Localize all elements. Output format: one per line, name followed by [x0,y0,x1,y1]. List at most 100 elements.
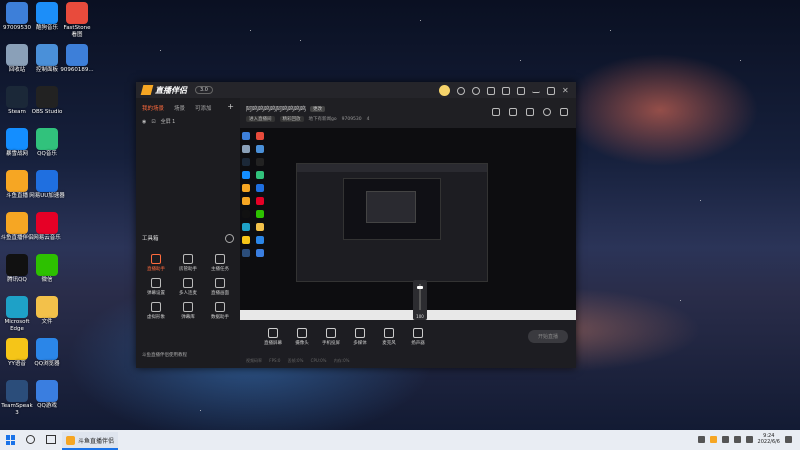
desktop-shortcut[interactable]: 微信 [27,254,67,284]
tray-douyu-icon[interactable] [709,435,717,443]
netease-music-icon [36,212,58,234]
tool-item[interactable]: 虚拟形象 [140,302,172,320]
search-icon[interactable] [26,435,35,444]
danmaku-settings-icon [151,278,161,288]
windows-taskbar: 斗鱼直播伴侣 9:24 2022/6/6 [0,430,800,450]
source-button-label: 手机投屏 [322,341,340,346]
desktop-shortcut[interactable]: 90960189... [57,44,97,74]
live-preview[interactable] [240,128,576,320]
qq-music-icon [36,128,58,150]
tool-item[interactable]: 弹幕设置 [140,278,172,296]
taskbar-app-douyu[interactable]: 斗鱼直播伴侣 [62,432,119,450]
close-icon[interactable]: ✕ [562,86,570,95]
tab-scenes[interactable]: 场景 [174,104,185,112]
clock[interactable]: 9:24 2022/6/6 [758,433,780,445]
source-button[interactable]: 多媒体 [349,328,371,346]
eye-icon[interactable]: ◉ [142,119,146,125]
room-manager-icon [183,254,193,264]
tool-item[interactable]: 弹幕库 [172,302,204,320]
danmaku-library-icon [183,302,193,312]
tab-my-scenes[interactable]: 我的场景 [142,104,164,112]
tray-ime-icon[interactable] [745,435,753,443]
start-live-button[interactable]: 开始直播 [527,330,568,343]
maximize-icon[interactable] [547,86,555,95]
scene-item[interactable]: ◉ ⊡ 全屏 1 [136,116,240,127]
notification-icon[interactable] [543,108,551,116]
teamspeak-icon [6,380,28,402]
desktop-shortcut[interactable]: FastStone 看图 [57,2,97,39]
user-avatar[interactable] [439,85,450,96]
desktop-shortcut[interactable]: 文件 [27,296,67,326]
gift-icon[interactable] [487,86,495,95]
source-button-label: 直播屏幕 [264,341,282,346]
yy-icon [6,338,28,360]
desktop-shortcut[interactable]: OBS Studio [27,86,67,116]
uu-accelerator-icon [36,170,58,192]
tool-item[interactable]: 直播助手 [140,254,172,272]
tool-item[interactable]: 主播任务 [204,254,236,272]
data-assistant-icon [215,302,225,312]
desktop-shortcut[interactable]: QQ浏览器 [27,338,67,368]
replay-link[interactable]: 精彩回放 [279,116,304,122]
tray-volume-icon[interactable] [733,435,741,443]
share-icon[interactable] [560,108,568,116]
notification-center-icon[interactable] [785,435,792,443]
desktop-shortcut[interactable]: 网易云音乐 [27,212,67,242]
desktop-shortcut[interactable]: QQ游戏 [27,380,67,410]
tool-label: 直播助手 [147,267,165,272]
lock-icon[interactable]: ⊡ [151,119,155,125]
speaker-icon [413,328,423,338]
live-companion-window: 直播伴侣 3.0 ✕ 我的场景 场景 可添加 + ◉ ⊡ 全屏 1 工具箱 直播… [136,82,576,368]
tool-item[interactable]: 数据助手 [204,302,236,320]
control-bar: 直播屏幕 摄像头 手机投屏 多媒体 麦克风 扬声器 开始直播 视频码率 FPS:0 丢帧:… [240,320,576,368]
source-button-label: 多媒体 [353,341,367,346]
enter-room-link[interactable]: 进入直播间 [246,116,275,122]
tray-app-icon[interactable] [697,435,705,443]
settings-icon[interactable] [502,86,510,95]
minimize-icon[interactable] [532,88,540,93]
headset-icon[interactable] [457,86,465,95]
source-button[interactable]: 扬声器 [407,328,429,346]
tool-item[interactable]: 多人连麦 [172,278,204,296]
task-view-icon[interactable] [46,435,56,444]
taskbar-app-label: 斗鱼直播伴侣 [78,437,115,445]
title-bar[interactable]: 直播伴侣 3.0 ✕ [136,82,576,98]
start-icon[interactable] [6,435,16,445]
desktop-shortcut-label: 网易云音乐 [33,235,61,241]
tool-item[interactable]: 房管助手 [172,254,204,272]
lock-layout-icon[interactable] [509,108,517,116]
source-button[interactable]: 摄像头 [291,328,313,346]
slider-knob[interactable] [417,286,423,289]
recycle-bin-icon [6,44,28,66]
obs-icon [36,86,58,108]
source-button[interactable]: 直播屏幕 [262,328,284,346]
menu-icon[interactable] [517,86,525,95]
wechat-icon [36,254,58,276]
folder-icon [36,296,58,318]
version-badge[interactable]: 3.0 [195,86,213,94]
tray-network-icon[interactable] [721,435,729,443]
tool-label: 直播画面 [211,291,229,296]
message-icon[interactable] [472,86,480,95]
tab-addable[interactable]: 可添加 [195,104,212,112]
room-title: 阿呜呜呜呜阿呜呜呜呜 [246,106,307,113]
desktop-shortcut[interactable]: 网易UU加速器 [27,170,67,200]
tutorial-tip[interactable]: 斗鱼直播伴侣使用教程 [142,352,187,358]
viewer-count: 4 [366,116,370,122]
preview-taskbar [240,310,576,320]
control-panel-icon [36,44,58,66]
add-scene-icon[interactable]: + [227,103,234,112]
tool-label: 多人连麦 [179,291,197,296]
desktop-shortcut-label: 微信 [41,277,53,283]
source-button-label: 扬声器 [411,341,425,346]
tool-item[interactable]: 直播画面 [204,278,236,296]
record-icon[interactable] [526,108,534,116]
layout-icon[interactable] [492,108,500,116]
more-tools-icon[interactable] [225,234,234,243]
live-screen-icon [215,278,225,288]
source-button[interactable]: 麦克风 [378,328,400,346]
mic-volume-slider[interactable]: 100 [413,280,427,320]
source-button[interactable]: 手机投屏 [320,328,342,346]
edit-title-button[interactable]: 更改 [310,105,326,112]
desktop-shortcut[interactable]: QQ音乐 [27,128,67,158]
